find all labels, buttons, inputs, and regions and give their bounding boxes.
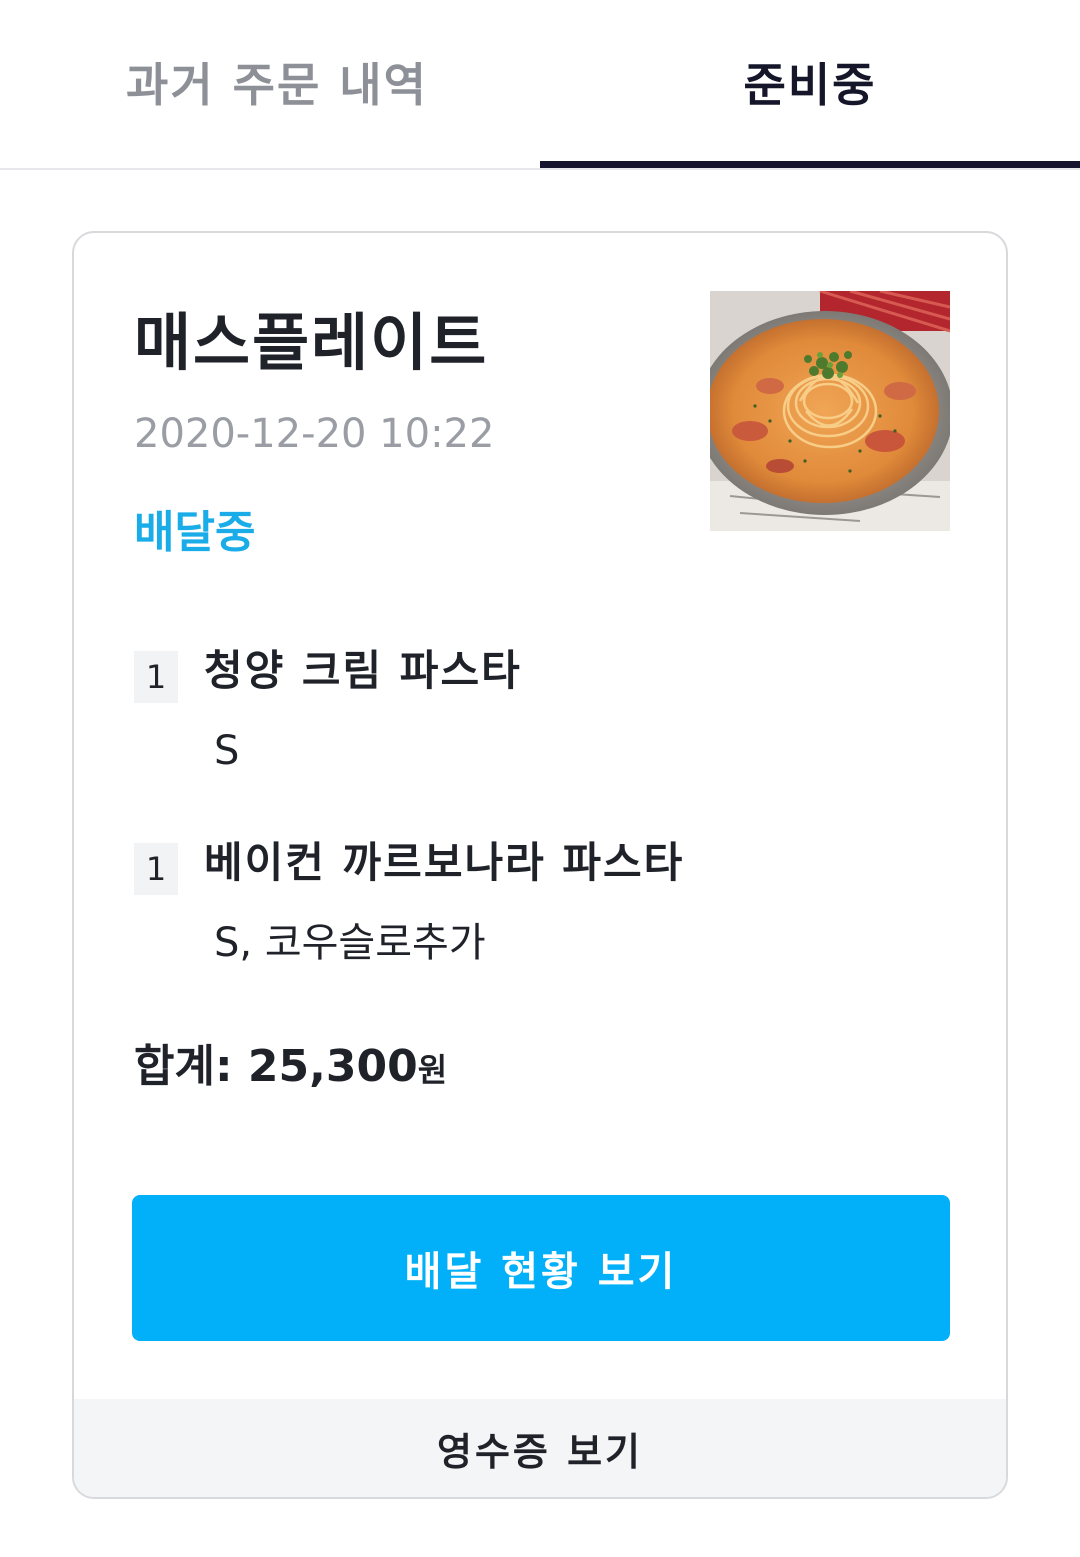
- active-tab-indicator: [540, 161, 1080, 168]
- item-quantity: 1: [134, 651, 178, 703]
- total-label: 합계:: [134, 1041, 233, 1092]
- order-datetime: 2020-12-20 10:22: [134, 411, 495, 457]
- view-receipt-button[interactable]: 영수증 보기: [74, 1399, 1006, 1497]
- total-amount: 25,300: [247, 1041, 418, 1092]
- store-name: 매스플레이트: [134, 306, 489, 379]
- pasta-dish-photo: [710, 291, 950, 531]
- item-name: 베이컨 까르보나라 파스타: [204, 838, 685, 887]
- item-options: S: [214, 728, 240, 774]
- order-tabs: 과거 주문 내역 준비중: [0, 0, 1080, 170]
- total-currency: 원: [417, 1051, 448, 1089]
- tab-past-orders[interactable]: 과거 주문 내역: [0, 0, 540, 168]
- item-quantity: 1: [134, 843, 178, 895]
- tab-preparing[interactable]: 준비중: [540, 0, 1080, 168]
- order-status: 배달중: [134, 507, 256, 558]
- item-options: S, 코우슬로추가: [214, 920, 486, 966]
- item-name: 청양 크림 파스타: [204, 646, 522, 695]
- track-delivery-button[interactable]: 배달 현황 보기: [132, 1195, 950, 1341]
- order-card: 매스플레이트 2020-12-20 10:22 배달중 1 청양 크림 파스타 …: [72, 231, 1008, 1499]
- order-total: 합계: 25,300원: [134, 1037, 447, 1100]
